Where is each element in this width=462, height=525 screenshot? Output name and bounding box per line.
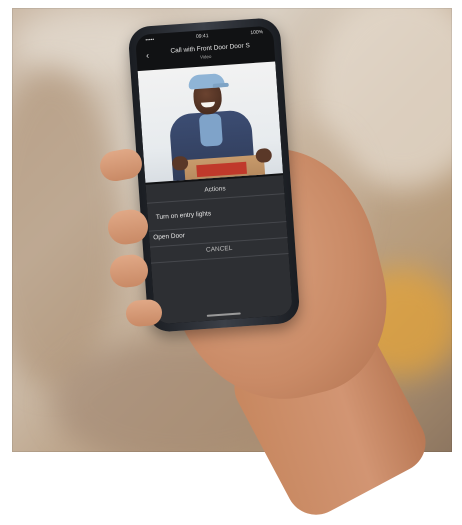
actions-sheet: Actions Turn on entry lights Open Door C…: [145, 175, 293, 325]
action-open-door[interactable]: Open Door: [153, 232, 185, 241]
divider: [148, 221, 287, 232]
action-turn-on-entry-lights[interactable]: Turn on entry lights: [156, 210, 212, 221]
phone-screen: ••••• 09:41 100% ‹ Call with Front Door …: [135, 25, 293, 325]
smartphone: ••••• 09:41 100% ‹ Call with Front Door …: [127, 17, 301, 333]
visitor-right-hand: [255, 147, 273, 164]
battery-level: 100%: [250, 29, 264, 37]
status-time: 09:41: [195, 33, 209, 40]
carrier-signal: •••••: [145, 36, 155, 44]
visitor-shirt: [198, 113, 223, 147]
doorbell-video-feed: [137, 61, 284, 183]
visitor-cap-brim: [212, 82, 229, 88]
home-indicator: [206, 312, 241, 317]
